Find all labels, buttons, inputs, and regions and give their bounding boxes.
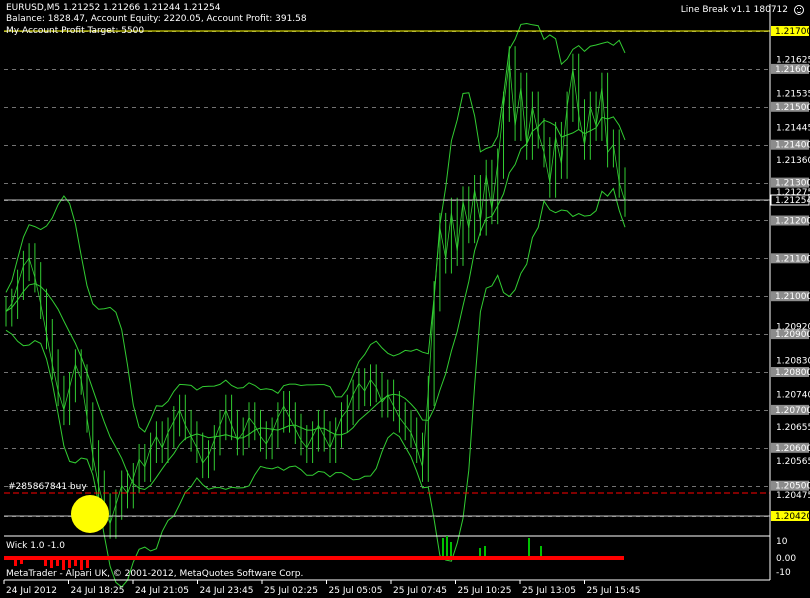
wick-bar-down bbox=[56, 560, 59, 566]
level-label: 1.21100 bbox=[775, 254, 810, 264]
time-label: 25 Jul 02:25 bbox=[264, 586, 318, 596]
wick-bar-down bbox=[74, 560, 77, 566]
price-tick-label: 1.20830 bbox=[776, 357, 810, 367]
level-label: 1.21200 bbox=[775, 217, 810, 227]
indicator-scale-label: 10 bbox=[776, 537, 788, 547]
price-tick-label: 1.21360 bbox=[776, 156, 810, 166]
indicator-scale: 10 0.00 -10 bbox=[776, 537, 796, 578]
indicator-scale-label: 0.00 bbox=[776, 554, 796, 564]
time-label: 25 Jul 05:05 bbox=[329, 586, 383, 596]
expert-name[interactable]: Line Break v1.1 180712 bbox=[681, 5, 788, 16]
price-tick-label: 1.20475 bbox=[776, 491, 810, 501]
price-tick-label: 1.21625 bbox=[776, 55, 810, 65]
time-label: 24 Jul 23:45 bbox=[200, 586, 254, 596]
indicator-scale-label: -10 bbox=[776, 568, 791, 578]
indicator-name: Wick 1.0 -1.0 bbox=[6, 541, 65, 551]
price-candles bbox=[5, 46, 626, 539]
level-label: 1.21700 bbox=[775, 27, 810, 37]
wick-bar-up bbox=[479, 548, 481, 556]
time-label: 25 Jul 10:25 bbox=[458, 586, 512, 596]
price-tick-label: 1.20920 bbox=[776, 323, 810, 333]
account-info: Balance: 1828.47, Account Equity: 2220.0… bbox=[6, 14, 307, 24]
level-label: 1.21400 bbox=[775, 141, 810, 151]
wick-bar-up bbox=[528, 538, 530, 556]
time-axis: 24 Jul 2012 24 Jul 18:25 24 Jul 21:05 24 Ju… bbox=[3, 580, 641, 596]
price-level-labels: 1.217001.216001.215001.214001.213001.212… bbox=[770, 26, 810, 522]
wick-bar-down bbox=[20, 560, 23, 564]
level-label: 1.20420 bbox=[775, 512, 810, 522]
wick-bar-up bbox=[446, 536, 448, 556]
time-label: 24 Jul 2012 bbox=[6, 586, 57, 596]
profit-target-label: My Account Profit Target: 5500 bbox=[6, 26, 145, 36]
wick-bar-up bbox=[450, 542, 452, 556]
time-label: 25 Jul 07:45 bbox=[393, 586, 447, 596]
level-label: 1.20600 bbox=[775, 444, 810, 454]
wick-bar-down bbox=[50, 560, 53, 568]
price-chart[interactable]: 1.217001.216001.215001.214001.213001.212… bbox=[0, 0, 810, 598]
symbol-info: EURUSD,M5 1.21252 1.21266 1.21244 1.2125… bbox=[6, 3, 221, 13]
level-label: 1.21500 bbox=[775, 103, 810, 113]
time-label: 25 Jul 15:45 bbox=[587, 586, 641, 596]
wick-bar-down bbox=[68, 560, 71, 568]
band-middle bbox=[5, 116, 626, 491]
price-tick-label: 1.21445 bbox=[776, 124, 810, 134]
price-tick-label: 1.20565 bbox=[776, 457, 810, 467]
level-label: 1.21000 bbox=[775, 292, 810, 302]
indicator-zero-bar bbox=[4, 556, 624, 560]
entry-highlight-circle bbox=[71, 495, 109, 533]
smiley-icon[interactable] bbox=[794, 5, 804, 15]
time-label: 24 Jul 18:25 bbox=[71, 586, 125, 596]
price-tick-label: 1.21535 bbox=[776, 90, 810, 100]
wick-bar-down bbox=[14, 560, 17, 566]
price-tick-label: 1.20655 bbox=[776, 423, 810, 433]
wick-indicator-panel bbox=[4, 536, 624, 570]
level-label: 1.21600 bbox=[775, 65, 810, 75]
price-tick-labels: 1.21625 1.21535 1.21445 1.21360 1.21275 1.209… bbox=[776, 55, 810, 501]
copyright-text: MetaTrader - Alpari UK, © 2001-2012, Met… bbox=[6, 569, 304, 579]
order-label[interactable]: #285867841 buy bbox=[8, 482, 87, 493]
wick-bar-down bbox=[86, 560, 89, 568]
price-tick-label: 1.20740 bbox=[776, 391, 810, 401]
band-upper bbox=[5, 22, 626, 433]
wick-bar-up bbox=[540, 546, 542, 556]
price-grid-lines bbox=[4, 31, 770, 517]
wick-bar-down bbox=[44, 560, 47, 566]
wick-bar-up bbox=[484, 546, 486, 556]
time-label: 25 Jul 13:05 bbox=[522, 586, 576, 596]
level-label: 1.20800 bbox=[775, 368, 810, 378]
time-label: 24 Jul 21:05 bbox=[135, 586, 189, 596]
level-label: 1.20500 bbox=[775, 482, 810, 492]
wick-bar-up bbox=[442, 538, 444, 556]
price-tick-label: 1.21275 bbox=[776, 188, 810, 198]
level-label: 1.20700 bbox=[775, 406, 810, 416]
